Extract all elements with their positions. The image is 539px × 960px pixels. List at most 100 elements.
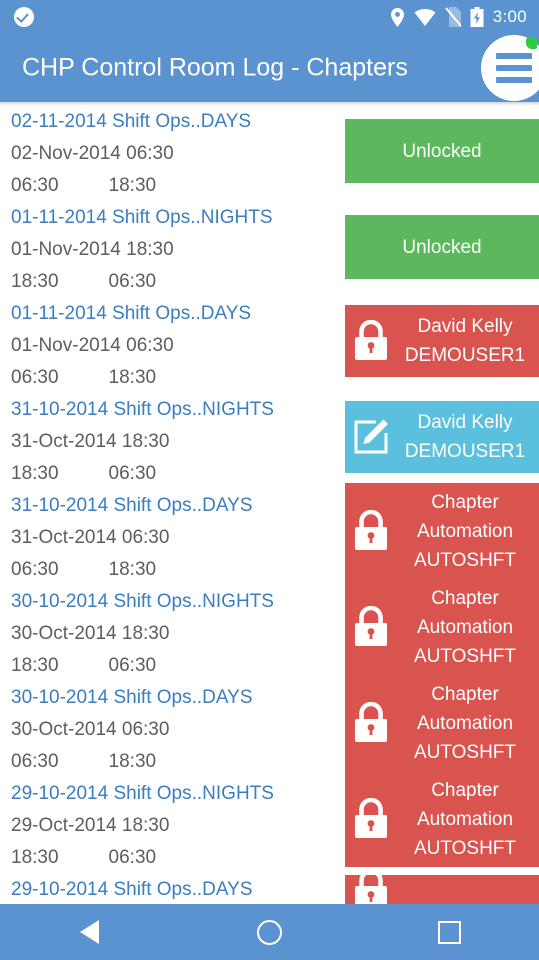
log-entry-times: 06:30 18:30 [0, 746, 340, 778]
list-item[interactable]: 29-10-2014 Shift Ops..NIGHTS 29-Oct-2014 … [0, 778, 340, 874]
list-item[interactable]: 30-10-2014 Shift Ops..NIGHTS 30-Oct-2014 … [0, 586, 340, 682]
chapter-log-list[interactable]: 02-11-2014 Shift Ops..DAYS 02-Nov-2014 06… [0, 106, 340, 904]
log-entry-title: 29-10-2014 Shift Ops..NIGHTS [11, 783, 274, 804]
chapter-status-button[interactable]: Unlocked [345, 215, 539, 279]
status-button-label: Chapter [431, 587, 499, 609]
log-entry-end-time: 06:30 [108, 463, 157, 484]
status-button-label: AUTOSHFT [413, 741, 517, 763]
status-button-label: David Kelly [417, 316, 513, 337]
chapter-status-button[interactable]: Chapter Automation AUTOSHFT [345, 675, 539, 771]
chapter-status-button[interactable]: Unlocked [345, 119, 539, 183]
status-button-label: Automation [416, 808, 514, 830]
nav-recents-button[interactable] [359, 904, 539, 960]
status-bar-left-icons [14, 7, 34, 27]
status-button-label: DEMOUSER1 [404, 345, 526, 366]
nav-home-button[interactable] [180, 904, 360, 960]
log-entry-end-time: 18:30 [108, 751, 157, 772]
list-item[interactable]: 30-10-2014 Shift Ops..DAYS 30-Oct-2014 06… [0, 682, 340, 778]
log-entry-title: 02-11-2014 Shift Ops..DAYS [11, 111, 252, 132]
log-entry-date: 31-Oct-2014 06:30 [11, 527, 170, 548]
lock-icon-wrapper [345, 702, 397, 744]
log-entry-end-time: 18:30 [108, 175, 157, 196]
status-button-labels: David Kelly DEMOUSER1 [397, 408, 539, 466]
lock-icon-wrapper [345, 875, 397, 904]
log-entry-date: 01-Nov-2014 18:30 [11, 239, 174, 260]
list-item[interactable]: 31-10-2014 Shift Ops..DAYS 31-Oct-2014 06… [0, 490, 340, 586]
log-entry-start-time: 06:30 [11, 367, 59, 388]
lock-icon-wrapper [345, 798, 397, 840]
log-entry-title: 31-10-2014 Shift Ops..DAYS [11, 495, 253, 516]
list-item[interactable]: 29-10-2014 Shift Ops..DAYS [0, 874, 340, 904]
log-entry-start-time: 18:30 [11, 655, 59, 676]
lock-icon [355, 798, 387, 838]
status-badge [526, 38, 537, 49]
status-button-labels: Unlocked [345, 233, 539, 262]
status-button-label: Chapter [431, 779, 499, 801]
status-button-label: Unlocked [402, 140, 482, 162]
list-item[interactable]: 01-11-2014 Shift Ops..DAYS 01-Nov-2014 06… [0, 298, 340, 394]
page-title: CHP Control Room Log - Chapters [22, 53, 408, 82]
status-button-label: AUTOSHFT [413, 837, 517, 859]
list-item[interactable]: 31-10-2014 Shift Ops..NIGHTS 31-Oct-2014 … [0, 394, 340, 490]
log-entry-date: 30-Oct-2014 18:30 [11, 623, 170, 644]
chapter-status-button[interactable]: David Kelly DEMOUSER1 [345, 401, 539, 473]
chapter-status-button[interactable]: David Kelly DEMOUSER1 [345, 305, 539, 377]
no-sim-icon [444, 7, 461, 27]
check-circle-icon [14, 7, 34, 27]
log-entry-times: 18:30 06:30 [0, 842, 340, 874]
log-entry-title: 29-10-2014 Shift Ops..DAYS [11, 879, 253, 900]
log-entry-start-time: 06:30 [11, 559, 59, 580]
list-item[interactable]: 01-11-2014 Shift Ops..NIGHTS 01-Nov-2014 … [0, 202, 340, 298]
log-entry-end-time: 18:30 [108, 367, 157, 388]
lock-icon [355, 875, 387, 904]
edit-icon-wrapper [345, 418, 397, 456]
log-entry-date: 30-Oct-2014 06:30 [11, 719, 170, 740]
status-button-labels: Chapter Automation AUTOSHFT [397, 584, 539, 671]
hamburger-bar [496, 77, 532, 83]
status-button-label: Unlocked [402, 236, 482, 258]
status-button-labels: Chapter Automation AUTOSHFT [397, 680, 539, 767]
status-button-label: Chapter [431, 683, 499, 705]
lock-icon [355, 320, 387, 360]
home-circle-icon [257, 919, 282, 945]
log-entry-times: 06:30 18:30 [0, 362, 340, 394]
log-entry-title: 01-11-2014 Shift Ops..NIGHTS [11, 207, 273, 228]
status-button-labels: Chapter Automation AUTOSHFT [397, 776, 539, 863]
status-bar: 3:00 [0, 0, 539, 34]
status-button-labels: David Kelly DEMOUSER1 [397, 312, 539, 370]
log-entry-end-time: 06:30 [108, 271, 157, 292]
log-entry-start-time: 06:30 [11, 751, 59, 772]
lock-icon-wrapper [345, 510, 397, 552]
chapter-status-button[interactable]: Chapter Automation AUTOSHFT [345, 771, 539, 867]
chapter-status-button[interactable] [345, 875, 539, 904]
log-entry-title: 01-11-2014 Shift Ops..DAYS [11, 303, 252, 324]
status-button-labels: Chapter Automation AUTOSHFT [397, 488, 539, 575]
log-entry-date: 02-Nov-2014 06:30 [11, 143, 174, 164]
lock-icon-wrapper [345, 320, 397, 362]
hamburger-bar [496, 65, 532, 71]
status-button-labels: Unlocked [345, 137, 539, 166]
log-entry-date: 29-Oct-2014 18:30 [11, 815, 170, 836]
lock-icon [355, 510, 387, 550]
location-pin-icon [390, 7, 404, 27]
log-entry-times: 06:30 18:30 [0, 554, 340, 586]
status-button-label: David Kelly [417, 412, 513, 433]
log-entry-end-time: 06:30 [108, 655, 157, 676]
android-navigation-bar [0, 904, 539, 960]
nav-back-button[interactable] [0, 904, 180, 960]
status-button-label: Chapter [431, 491, 499, 513]
back-triangle-icon [80, 920, 100, 944]
status-bar-time: 3:00 [492, 7, 527, 26]
log-entry-start-time: 06:30 [11, 175, 59, 196]
chapter-status-button[interactable]: Chapter Automation AUTOSHFT [345, 579, 539, 675]
log-entry-times: 06:30 18:30 [0, 170, 340, 202]
log-entry-times: 18:30 06:30 [0, 458, 340, 490]
status-button-label: Automation [416, 712, 514, 734]
wifi-icon [414, 8, 436, 26]
log-entry-start-time: 18:30 [11, 271, 59, 292]
chapter-status-button[interactable]: Chapter Automation AUTOSHFT [345, 483, 539, 579]
log-entry-times: 18:30 06:30 [0, 266, 340, 298]
list-item[interactable]: 02-11-2014 Shift Ops..DAYS 02-Nov-2014 06… [0, 106, 340, 202]
lock-icon [355, 702, 387, 742]
status-button-label: Automation [416, 520, 514, 542]
